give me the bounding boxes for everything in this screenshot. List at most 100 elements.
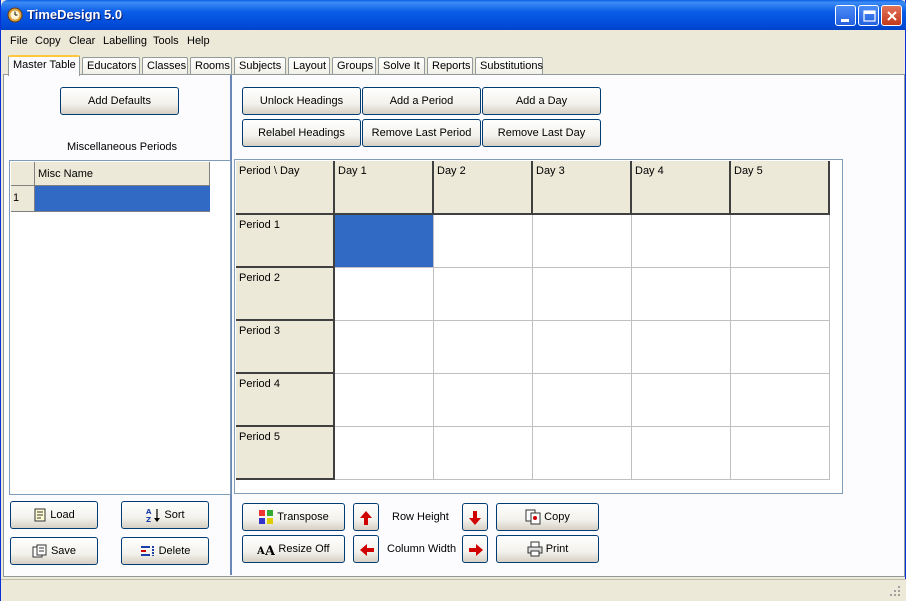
timetable-cell[interactable] bbox=[632, 215, 731, 268]
menu-file[interactable]: File bbox=[10, 35, 28, 47]
period-header[interactable]: Period 1 bbox=[236, 215, 335, 268]
add-defaults-button[interactable]: Add Defaults bbox=[60, 87, 179, 115]
period-header[interactable]: Period 2 bbox=[236, 268, 335, 321]
timetable-cell[interactable] bbox=[731, 321, 830, 374]
remove-last-period-label: Remove Last Period bbox=[371, 127, 472, 139]
menu-help[interactable]: Help bbox=[187, 35, 210, 47]
add-day-label: Add a Day bbox=[515, 95, 568, 107]
timetable-cell[interactable] bbox=[434, 215, 533, 268]
copy-label: Copy bbox=[544, 511, 570, 523]
unlock-headings-label: Unlock Headings bbox=[259, 95, 344, 107]
unlock-headings-button[interactable]: Unlock Headings bbox=[242, 87, 361, 115]
title-bar[interactable]: TimeDesign 5.0 bbox=[1, 0, 906, 30]
close-button[interactable] bbox=[881, 5, 902, 26]
day-header[interactable]: Day 3 bbox=[533, 161, 632, 215]
maximize-icon bbox=[863, 10, 876, 22]
minimize-button[interactable] bbox=[835, 5, 856, 26]
tab-classes[interactable]: Classes bbox=[142, 57, 188, 75]
print-button[interactable]: Print bbox=[496, 535, 599, 563]
timetable-cell[interactable] bbox=[632, 374, 731, 427]
tab-rooms[interactable]: Rooms bbox=[190, 57, 232, 75]
timetable-cell[interactable] bbox=[731, 215, 830, 268]
arrow-right-icon bbox=[469, 544, 483, 556]
resize-off-button[interactable]: A A Resize Off bbox=[242, 535, 345, 563]
window-title: TimeDesign 5.0 bbox=[27, 7, 123, 22]
period-header[interactable]: Period 5 bbox=[236, 427, 335, 480]
tab-subjects[interactable]: Subjects bbox=[234, 57, 286, 75]
row-height-increase-button[interactable] bbox=[353, 503, 379, 531]
add-day-button[interactable]: Add a Day bbox=[482, 87, 601, 115]
misc-row-number: 1 bbox=[11, 186, 35, 212]
tab-reports[interactable]: Reports bbox=[427, 57, 473, 75]
tab-educators[interactable]: Educators bbox=[82, 57, 140, 75]
column-width-decrease-button[interactable] bbox=[353, 535, 379, 563]
timetable-cell[interactable] bbox=[632, 321, 731, 374]
save-button[interactable]: Save bbox=[10, 537, 98, 565]
arrow-up-icon bbox=[360, 511, 372, 525]
timetable-cell[interactable] bbox=[731, 374, 830, 427]
day-header[interactable]: Day 5 bbox=[731, 161, 830, 215]
timetable-cell[interactable] bbox=[533, 321, 632, 374]
resize-grip-icon[interactable] bbox=[889, 585, 901, 597]
load-button[interactable]: Load bbox=[10, 501, 98, 529]
relabel-headings-label: Relabel Headings bbox=[258, 127, 345, 139]
period-header[interactable]: Period 3 bbox=[236, 321, 335, 374]
timetable-cell[interactable] bbox=[335, 374, 434, 427]
transpose-label: Transpose bbox=[277, 511, 329, 523]
period-header[interactable]: Period 4 bbox=[236, 374, 335, 427]
misc-name-header: Misc Name bbox=[35, 162, 210, 186]
tab-groups[interactable]: Groups bbox=[332, 57, 376, 75]
timetable-cell[interactable] bbox=[533, 374, 632, 427]
delete-button[interactable]: Delete bbox=[121, 537, 209, 565]
app-clock-icon bbox=[7, 7, 23, 23]
add-period-label: Add a Period bbox=[389, 95, 454, 107]
timetable-cell[interactable] bbox=[335, 427, 434, 480]
menu-labelling[interactable]: Labelling bbox=[103, 35, 147, 47]
timetable-cell[interactable] bbox=[434, 427, 533, 480]
master-timetable-grid[interactable]: Period \ Day Day 1 Day 2 Day 3 Day 4 Day… bbox=[234, 159, 843, 494]
delete-row-icon bbox=[140, 546, 154, 557]
tab-master-table[interactable]: Master Table bbox=[8, 55, 80, 76]
tab-solve-it[interactable]: Solve It bbox=[378, 57, 425, 75]
misc-name-cell[interactable] bbox=[35, 186, 210, 212]
timetable-cell[interactable] bbox=[632, 268, 731, 321]
timetable-cell[interactable] bbox=[434, 268, 533, 321]
printer-icon bbox=[527, 541, 543, 557]
menu-copy[interactable]: Copy bbox=[35, 35, 61, 47]
timetable-cell[interactable] bbox=[533, 268, 632, 321]
transpose-button[interactable]: Transpose bbox=[242, 503, 345, 531]
column-width-increase-button[interactable] bbox=[462, 535, 488, 563]
tab-layout[interactable]: Layout bbox=[288, 57, 330, 75]
timetable-cell[interactable] bbox=[731, 427, 830, 480]
timetable-cell[interactable] bbox=[335, 268, 434, 321]
timetable-cell[interactable] bbox=[434, 321, 533, 374]
delete-label: Delete bbox=[158, 545, 191, 557]
day-header[interactable]: Day 1 bbox=[335, 161, 434, 215]
save-label: Save bbox=[50, 545, 77, 557]
remove-last-period-button[interactable]: Remove Last Period bbox=[362, 119, 481, 147]
close-icon bbox=[887, 11, 897, 21]
day-header[interactable]: Day 4 bbox=[632, 161, 731, 215]
timetable-cell[interactable] bbox=[533, 427, 632, 480]
maximize-button[interactable] bbox=[858, 5, 879, 26]
row-height-decrease-button[interactable] bbox=[462, 503, 488, 531]
misc-periods-grid[interactable]: Misc Name 1 bbox=[9, 160, 231, 495]
remove-last-day-button[interactable]: Remove Last Day bbox=[482, 119, 601, 147]
menu-tools[interactable]: Tools bbox=[153, 35, 179, 47]
tab-substitutions[interactable]: Substitutions bbox=[475, 57, 543, 75]
arrow-left-icon bbox=[360, 544, 374, 556]
timetable-cell[interactable] bbox=[632, 427, 731, 480]
timetable-cell[interactable] bbox=[335, 321, 434, 374]
sort-button[interactable]: A Z Sort bbox=[121, 501, 209, 529]
timetable-cell[interactable] bbox=[434, 374, 533, 427]
load-label: Load bbox=[50, 509, 75, 521]
font-size-icon: A A bbox=[257, 544, 275, 556]
timetable-cell[interactable] bbox=[533, 215, 632, 268]
copy-button[interactable]: Copy bbox=[496, 503, 599, 531]
timetable-cell[interactable] bbox=[731, 268, 830, 321]
add-period-button[interactable]: Add a Period bbox=[362, 87, 481, 115]
menu-clear[interactable]: Clear bbox=[69, 35, 95, 47]
timetable-cell[interactable] bbox=[335, 215, 434, 268]
relabel-headings-button[interactable]: Relabel Headings bbox=[242, 119, 361, 147]
day-header[interactable]: Day 2 bbox=[434, 161, 533, 215]
